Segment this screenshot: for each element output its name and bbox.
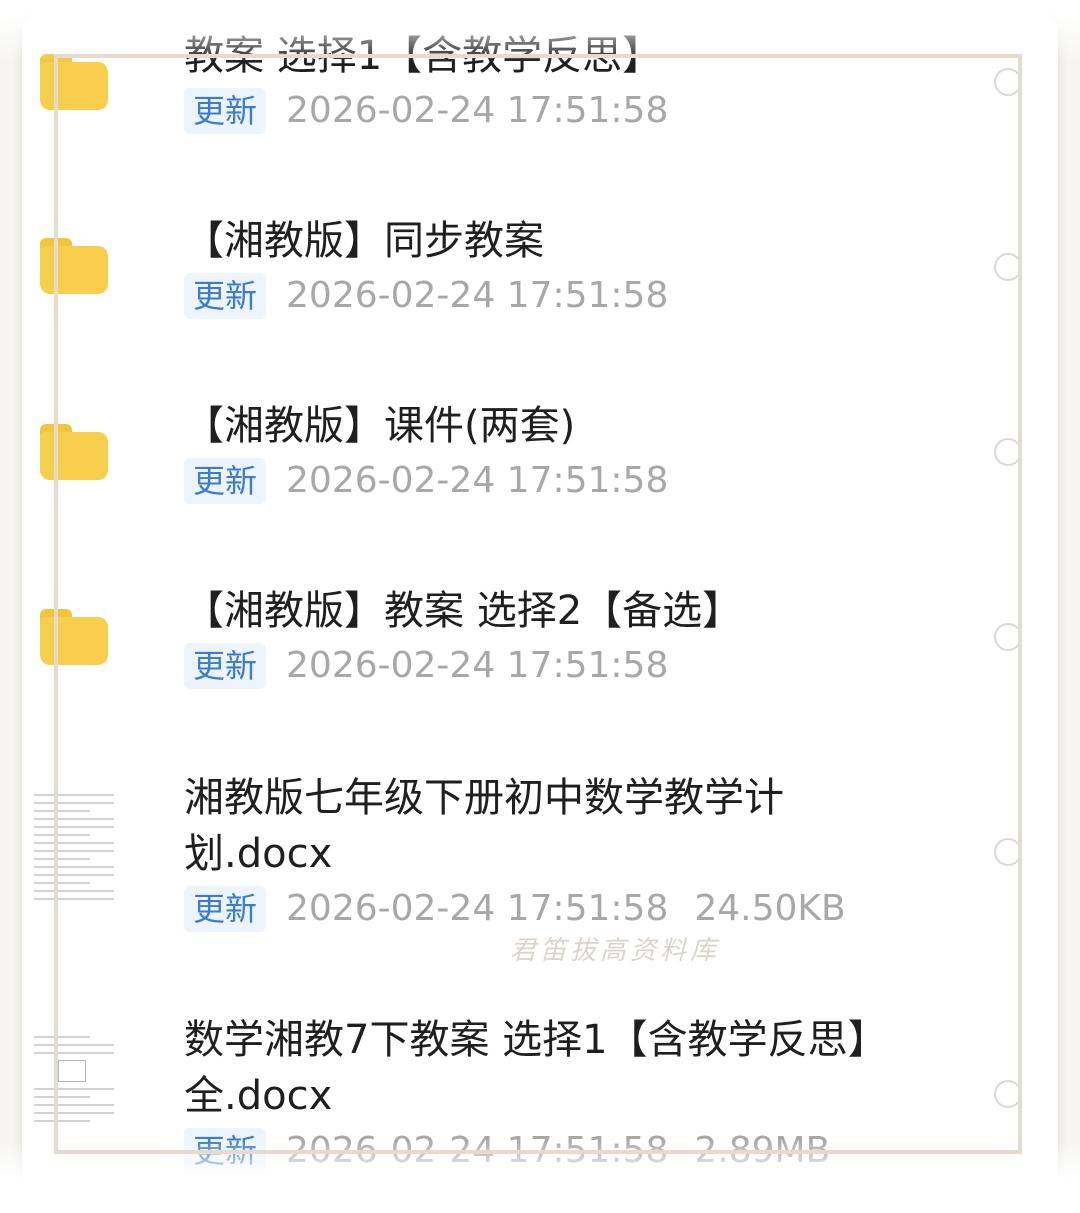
- file-meta: 更新 2026-02-24 17:51:58: [184, 273, 668, 319]
- timestamp: 2026-02-24 17:51:58: [286, 888, 669, 929]
- select-checkbox[interactable]: [994, 623, 1022, 651]
- watermark-text: 君笛拔高资料库: [510, 936, 721, 966]
- scroll-fade-bottom: [0, 1140, 1080, 1213]
- file-title: 【湘教版】课件(两套): [184, 403, 576, 449]
- file-title-line-1: 湘教版七年级下册初中数学教学计: [184, 775, 784, 821]
- file-meta: 更新 2026-02-24 17:51:58: [184, 643, 668, 689]
- updated-badge: 更新: [184, 88, 267, 134]
- select-checkbox[interactable]: [994, 68, 1022, 96]
- timestamp: 2026-02-24 17:51:58: [286, 460, 669, 501]
- updated-badge: 更新: [184, 273, 267, 319]
- file-title: 【湘教版】同步教案: [184, 218, 544, 264]
- file-meta: 更新 2026-02-24 17:51:58: [184, 88, 668, 134]
- file-title-line-2: 全.docx: [184, 1073, 333, 1119]
- file-meta: 更新 2026-02-24 17:51:58 24.50KB: [184, 886, 846, 932]
- file-title-line-2: 划.docx: [184, 831, 333, 877]
- file-title: 【湘教版】教案 选择2【备选】: [184, 588, 743, 634]
- updated-badge: 更新: [184, 643, 267, 689]
- select-checkbox[interactable]: [994, 838, 1022, 866]
- select-checkbox[interactable]: [994, 1080, 1022, 1108]
- docx-thumbnail-icon: [28, 1030, 120, 1142]
- folder-icon: [40, 424, 108, 480]
- file-title-line-1: 数学湘教7下教案 选择1【含教学反思】: [184, 1017, 888, 1063]
- folder-icon: [40, 54, 108, 110]
- docx-thumbnail-icon: [28, 788, 120, 908]
- scroll-fade-top: [0, 0, 1080, 62]
- file-meta: 更新 2026-02-24 17:51:58: [184, 458, 668, 504]
- timestamp: 2026-02-24 17:51:58: [286, 645, 669, 686]
- select-checkbox[interactable]: [994, 253, 1022, 281]
- folder-icon: [40, 238, 108, 294]
- timestamp: 2026-02-24 17:51:58: [286, 90, 669, 131]
- updated-badge: 更新: [184, 886, 267, 932]
- file-size: 24.50KB: [694, 888, 846, 929]
- select-checkbox[interactable]: [994, 438, 1022, 466]
- timestamp: 2026-02-24 17:51:58: [286, 275, 669, 316]
- folder-icon: [40, 609, 108, 665]
- updated-badge: 更新: [184, 458, 267, 504]
